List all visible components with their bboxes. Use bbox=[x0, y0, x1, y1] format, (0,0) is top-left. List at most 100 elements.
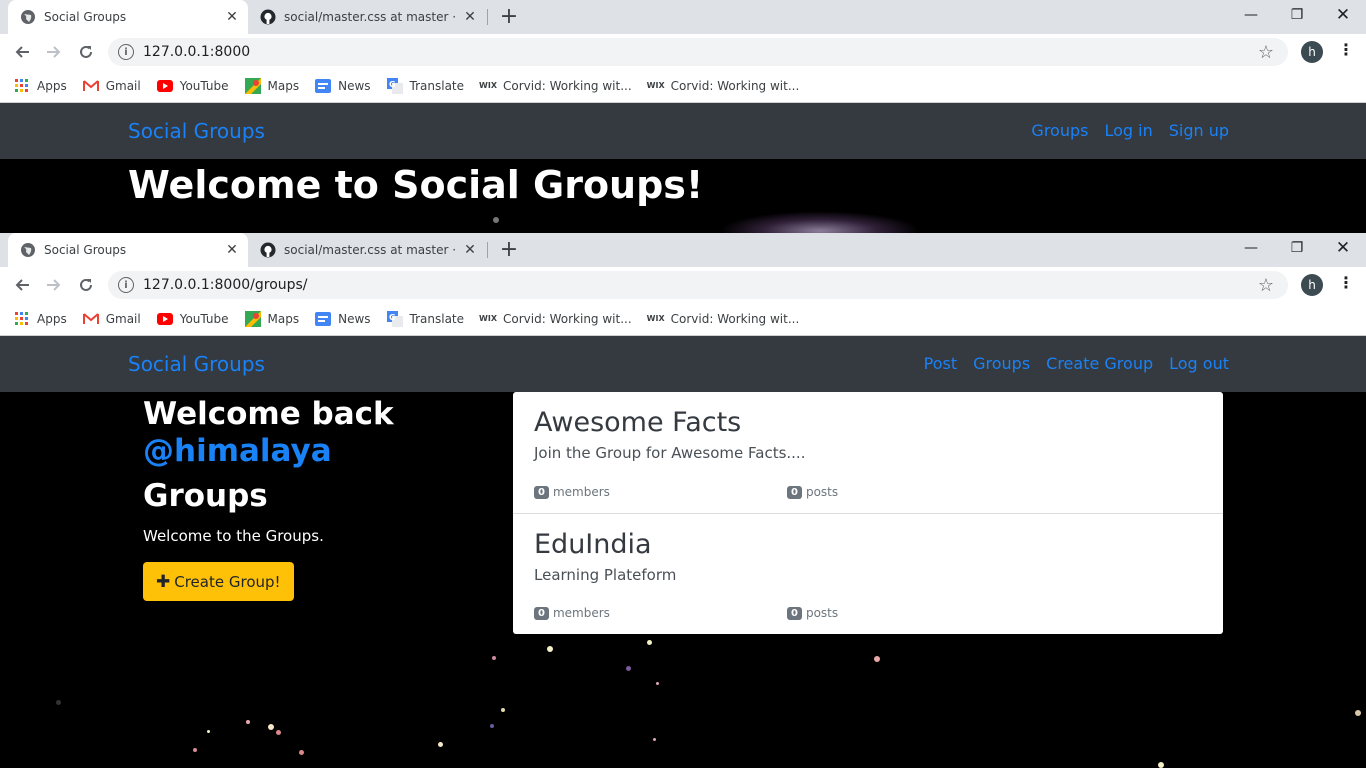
address-bar[interactable]: i 127.0.0.1:8000 ☆ bbox=[108, 38, 1288, 66]
bookmark-maps[interactable]: Maps bbox=[244, 77, 299, 94]
create-group-label: Create Group! bbox=[174, 572, 281, 591]
bookmark-apps[interactable]: Apps bbox=[14, 78, 67, 94]
plus-icon: ✚ bbox=[156, 571, 171, 592]
bookmark-corvid-1[interactable]: WIX Corvid: Working wit... bbox=[479, 311, 632, 327]
bookmark-label: Translate bbox=[409, 78, 465, 93]
members-count-badge: 0 bbox=[534, 485, 549, 499]
close-tab-icon[interactable]: ✕ bbox=[222, 9, 242, 25]
list-item[interactable]: EduIndia Learning Plateform 0 members 0 … bbox=[513, 513, 1223, 634]
tab-social-groups[interactable]: Social Groups ✕ bbox=[8, 0, 248, 34]
bookmark-translate[interactable]: G Translate bbox=[386, 310, 465, 327]
group-posts: 0 posts bbox=[787, 485, 838, 499]
bookmark-news[interactable]: News bbox=[315, 78, 371, 94]
info-icon[interactable]: i bbox=[118, 44, 134, 60]
navbar-brand[interactable]: Social Groups bbox=[128, 352, 265, 376]
close-tab-icon[interactable]: ✕ bbox=[460, 242, 480, 258]
minimize-icon[interactable]: — bbox=[1228, 233, 1274, 263]
close-tab-icon[interactable]: ✕ bbox=[222, 242, 242, 258]
group-name[interactable]: Awesome Facts bbox=[534, 406, 1202, 440]
menu-kebab-icon[interactable]: ⋮ bbox=[1338, 40, 1354, 59]
youtube-icon bbox=[156, 311, 173, 327]
bookmark-corvid-1[interactable]: WIX Corvid: Working wit... bbox=[479, 78, 632, 94]
group-description: Learning Plateform bbox=[534, 566, 677, 584]
groups-list: Awesome Facts Join the Group for Awesome… bbox=[513, 392, 1223, 634]
bookmark-label: YouTube bbox=[179, 78, 229, 93]
reload-icon[interactable] bbox=[75, 41, 97, 63]
profile-avatar[interactable]: h bbox=[1301, 41, 1323, 63]
globe-icon bbox=[20, 242, 36, 258]
tab-github-css[interactable]: social/master.css at master · Him ✕ bbox=[250, 233, 486, 267]
forward-arrow-icon[interactable] bbox=[43, 274, 65, 296]
username-link[interactable]: @himalaya bbox=[143, 433, 483, 470]
members-label: members bbox=[552, 606, 610, 620]
bokeh-dot bbox=[647, 640, 652, 645]
close-tab-icon[interactable]: ✕ bbox=[460, 9, 480, 25]
tab-github-css[interactable]: social/master.css at master · Him ✕ bbox=[250, 0, 486, 34]
members-count-badge: 0 bbox=[534, 606, 549, 620]
bookmark-gmail[interactable]: Gmail bbox=[82, 311, 141, 327]
bookmark-apps[interactable]: Apps bbox=[14, 311, 67, 327]
info-icon[interactable]: i bbox=[118, 277, 134, 293]
group-members: 0 members bbox=[534, 485, 610, 499]
bookmark-label: Corvid: Working wit... bbox=[503, 78, 632, 93]
nav-link-logout[interactable]: Log out bbox=[1169, 354, 1229, 373]
bookmark-corvid-2[interactable]: WIX Corvid: Working wit... bbox=[647, 311, 800, 327]
bookmark-maps[interactable]: Maps bbox=[244, 310, 299, 327]
bookmark-corvid-2[interactable]: WIX Corvid: Working wit... bbox=[647, 78, 800, 94]
bokeh-dot bbox=[493, 217, 499, 223]
nav-link-groups[interactable]: Groups bbox=[1031, 121, 1088, 140]
minimize-icon[interactable]: — bbox=[1228, 0, 1274, 30]
bookmark-news[interactable]: News bbox=[315, 311, 371, 327]
back-arrow-icon[interactable] bbox=[11, 41, 33, 63]
close-window-icon[interactable]: ✕ bbox=[1320, 233, 1366, 263]
tab-social-groups[interactable]: Social Groups ✕ bbox=[8, 233, 248, 267]
nav-link-create-group[interactable]: Create Group bbox=[1046, 354, 1153, 373]
back-arrow-icon[interactable] bbox=[11, 274, 33, 296]
bokeh-dot bbox=[276, 730, 281, 735]
github-icon bbox=[260, 242, 276, 258]
bokeh-cluster bbox=[720, 211, 920, 233]
forward-arrow-icon[interactable] bbox=[43, 41, 65, 63]
menu-kebab-icon[interactable]: ⋮ bbox=[1338, 273, 1354, 292]
globe-icon bbox=[20, 9, 36, 25]
bookmark-youtube[interactable]: YouTube bbox=[156, 78, 229, 94]
nav-link-login[interactable]: Log in bbox=[1104, 121, 1152, 140]
members-label: members bbox=[552, 485, 610, 499]
welcome-back-heading: Welcome back bbox=[143, 396, 394, 432]
bookmark-youtube[interactable]: YouTube bbox=[156, 311, 229, 327]
restore-icon[interactable]: ❐ bbox=[1274, 233, 1320, 263]
group-name[interactable]: EduIndia bbox=[534, 528, 1202, 562]
navbar-links: Groups Log in Sign up bbox=[1015, 121, 1229, 140]
new-tab-icon[interactable]: + bbox=[498, 4, 520, 29]
url-text: 127.0.0.1:8000/groups/ bbox=[143, 277, 308, 293]
maps-icon bbox=[244, 77, 261, 94]
bookmarks-bar: Apps Gmail YouTube Maps News G Translate … bbox=[0, 69, 1366, 103]
bokeh-dot bbox=[246, 720, 250, 724]
bookmark-gmail[interactable]: Gmail bbox=[82, 78, 141, 94]
apps-grid-icon bbox=[14, 78, 30, 94]
bookmark-translate[interactable]: G Translate bbox=[386, 77, 465, 94]
create-group-button[interactable]: ✚ Create Group! bbox=[143, 562, 294, 601]
bookmark-label: Corvid: Working wit... bbox=[670, 78, 800, 93]
bookmark-label: Translate bbox=[409, 311, 465, 326]
restore-icon[interactable]: ❐ bbox=[1274, 0, 1320, 30]
bookmark-star-icon[interactable]: ☆ bbox=[1258, 275, 1274, 296]
nav-link-signup[interactable]: Sign up bbox=[1169, 121, 1229, 140]
bokeh-dot bbox=[268, 724, 274, 730]
new-tab-icon[interactable]: + bbox=[498, 237, 520, 262]
address-bar[interactable]: i 127.0.0.1:8000/groups/ ☆ bbox=[108, 271, 1288, 299]
bokeh-dot bbox=[492, 656, 496, 660]
bokeh-dot bbox=[438, 742, 443, 747]
bookmark-star-icon[interactable]: ☆ bbox=[1258, 42, 1274, 63]
nav-link-post[interactable]: Post bbox=[924, 354, 957, 373]
reload-icon[interactable] bbox=[75, 274, 97, 296]
translate-icon: G bbox=[386, 77, 403, 94]
list-item[interactable]: Awesome Facts Join the Group for Awesome… bbox=[513, 392, 1223, 513]
bokeh-dot bbox=[299, 750, 304, 755]
bokeh-dot bbox=[490, 724, 494, 728]
wix-icon: WIX bbox=[479, 314, 498, 323]
profile-avatar[interactable]: h bbox=[1301, 274, 1323, 296]
navbar-brand[interactable]: Social Groups bbox=[128, 119, 265, 143]
nav-link-groups[interactable]: Groups bbox=[973, 354, 1030, 373]
close-window-icon[interactable]: ✕ bbox=[1320, 0, 1366, 30]
